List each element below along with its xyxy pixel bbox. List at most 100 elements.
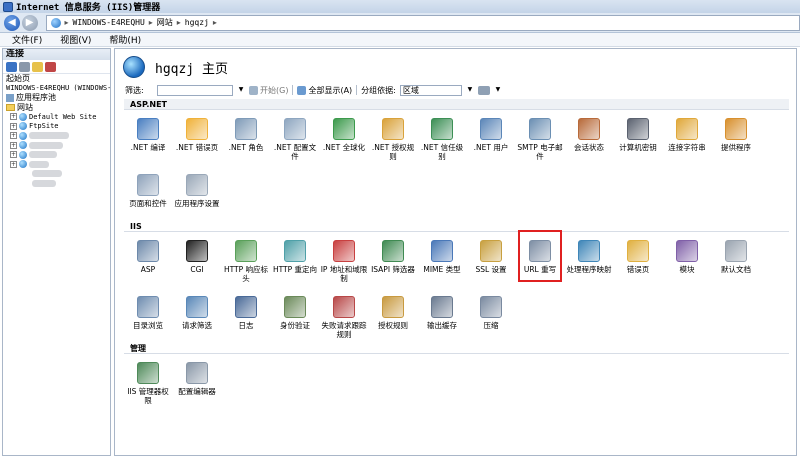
authorization-rules-icon [382,296,404,318]
tree-item-label: FtpSite [29,122,59,131]
back-button[interactable]: ◀ [4,14,20,31]
disconnect-icon[interactable] [45,61,56,72]
sites-folder-icon [6,103,15,111]
menu-view[interactable]: 视图(V) [60,33,91,46]
expand-icon[interactable]: + [10,151,17,159]
section-header: IIS [124,221,789,232]
feature-item[interactable]: MIME 类型 [418,240,466,274]
feature-item[interactable]: .NET 错误页 [173,118,221,152]
feature-item[interactable]: SSL 设置 [467,240,515,274]
menu-help[interactable]: 帮助(H) [109,33,141,46]
view-mode-icon[interactable] [477,85,490,95]
feature-item[interactable]: 会话状态 [565,118,613,152]
tree-item-sites[interactable]: 网站 [6,103,110,113]
tree-item-redacted[interactable]: + [6,141,110,151]
feature-label: HTTP 响应标头 [223,265,269,283]
feature-item[interactable]: .NET 编译 [124,118,172,152]
feature-item[interactable]: 错误页 [614,240,662,274]
feature-item[interactable]: .NET 授权规则 [369,118,417,161]
feature-item[interactable]: CGI [173,240,221,274]
feature-item[interactable]: .NET 角色 [222,118,270,152]
feature-label: 默认文档 [721,265,751,274]
breadcrumb-sites[interactable]: 网站 [157,17,173,28]
group-by-select[interactable]: 区域 [399,84,462,96]
navigation-bar: ◀ ▶ ▸ WINDOWS-E4REQHU ▸ 网站 ▸ hgqzj ▸ [0,13,800,33]
providers-icon [725,118,747,140]
dropdown-arrow-icon[interactable]: ▼ [466,85,474,96]
up-folder-icon[interactable] [32,61,43,72]
expand-icon[interactable]: + [10,160,17,168]
tree-item-redacted[interactable]: + [6,131,110,141]
feature-label: 应用程序设置 [174,199,220,208]
redacted-label [32,179,56,187]
feature-label: 配置编辑器 [178,387,216,396]
breadcrumb-site[interactable]: hgqzj [185,18,209,27]
expand-icon[interactable]: + [10,113,17,121]
start-filter-button[interactable]: 开始(G) [249,85,288,96]
window-title: Internet 信息服务 (IIS)管理器 [16,3,161,13]
modules-icon [676,240,698,262]
feature-item[interactable]: 页面和控件 [124,174,172,208]
tree-item-ftpsite[interactable]: + FtpSite [6,122,110,132]
expand-icon[interactable]: + [10,122,17,130]
feature-item[interactable]: 授权规则 [369,296,417,330]
dropdown-arrow-icon[interactable]: ▼ [237,85,245,96]
expand-icon[interactable]: + [10,132,17,140]
feature-item[interactable]: 应用程序设置 [173,174,221,208]
feature-item[interactable]: 计算机密钥 [614,118,662,152]
feature-item[interactable]: 默认文档 [712,240,760,274]
feature-item[interactable]: 日志 [222,296,270,330]
net-globalization-icon [333,118,355,140]
feature-item[interactable]: IP 地址和域限制 [320,240,368,283]
ip-restrictions-icon [333,240,355,262]
expand-icon[interactable]: + [10,141,17,149]
address-bar[interactable]: ▸ WINDOWS-E4REQHU ▸ 网站 ▸ hgqzj ▸ [45,14,800,31]
menu-file[interactable]: 文件(F) [12,33,42,46]
forward-button[interactable]: ▶ [21,14,38,31]
breadcrumb-server[interactable]: WINDOWS-E4REQHU [73,18,145,27]
tree-item-redacted[interactable] [6,169,110,179]
filter-input[interactable] [157,84,233,96]
tree-item-default-web-site[interactable]: + Default Web Site [6,112,110,122]
feature-item[interactable]: SMTP 电子邮件 [516,118,564,161]
feature-item[interactable]: 请求筛选 [173,296,221,330]
feature-item[interactable]: 模块 [663,240,711,274]
feature-item[interactable]: 提供程序 [712,118,760,152]
feature-label: SMTP 电子邮件 [517,143,563,161]
feature-item[interactable]: 压缩 [467,296,515,330]
feature-label: 提供程序 [721,143,751,152]
tree-item-redacted[interactable]: + [6,160,110,170]
feature-item[interactable]: 连接字符串 [663,118,711,152]
feature-item[interactable]: ISAPI 筛选器 [369,240,417,274]
connections-header: 连接 [3,49,110,60]
connections-tree: 起始页 WINDOWS-E4REQHU (WINDOWS-E 应用程序池 网站 … [3,74,110,188]
feature-item[interactable]: .NET 配置文件 [271,118,319,161]
feature-item[interactable]: 配置编辑器 [173,362,221,396]
site-globe-icon [123,56,145,78]
show-all-button[interactable]: 全部显示(A) [297,85,352,96]
tree-item-redacted[interactable] [6,179,110,189]
connect-icon[interactable] [6,61,17,72]
section-header: ASP.NET [124,99,789,110]
dropdown-arrow-icon[interactable]: ▼ [494,85,502,96]
feature-item[interactable]: 目录浏览 [124,296,172,330]
globe-icon [19,160,27,169]
net-roles-icon [235,118,257,140]
feature-item[interactable]: 失败请求跟踪规则 [320,296,368,339]
feature-item[interactable]: .NET 信任级别 [418,118,466,161]
feature-item[interactable]: HTTP 响应标头 [222,240,270,283]
feature-item[interactable]: HTTP 重定向 [271,240,319,274]
feature-label: 会话状态 [574,143,604,152]
feature-grid: ASP CGI HTTP 响应标头 HTTP 重定向 IP 地址和域限制 ISAPI 筛选… [124,232,789,342]
feature-item[interactable]: 处理程序映射 [565,240,613,274]
globe-icon [50,17,61,28]
feature-item[interactable]: 身份验证 [271,296,319,330]
feature-item[interactable]: 输出缓存 [418,296,466,330]
feature-item[interactable]: IIS 管理器权限 [124,362,172,405]
feature-item[interactable]: ASP [124,240,172,274]
tree-item-start-page[interactable]: 起始页 [6,74,110,84]
feature-item[interactable]: .NET 用户 [467,118,515,152]
feature-item[interactable]: .NET 全球化 [320,118,368,152]
save-icon[interactable] [19,61,30,72]
tree-item-redacted[interactable]: + [6,150,110,160]
